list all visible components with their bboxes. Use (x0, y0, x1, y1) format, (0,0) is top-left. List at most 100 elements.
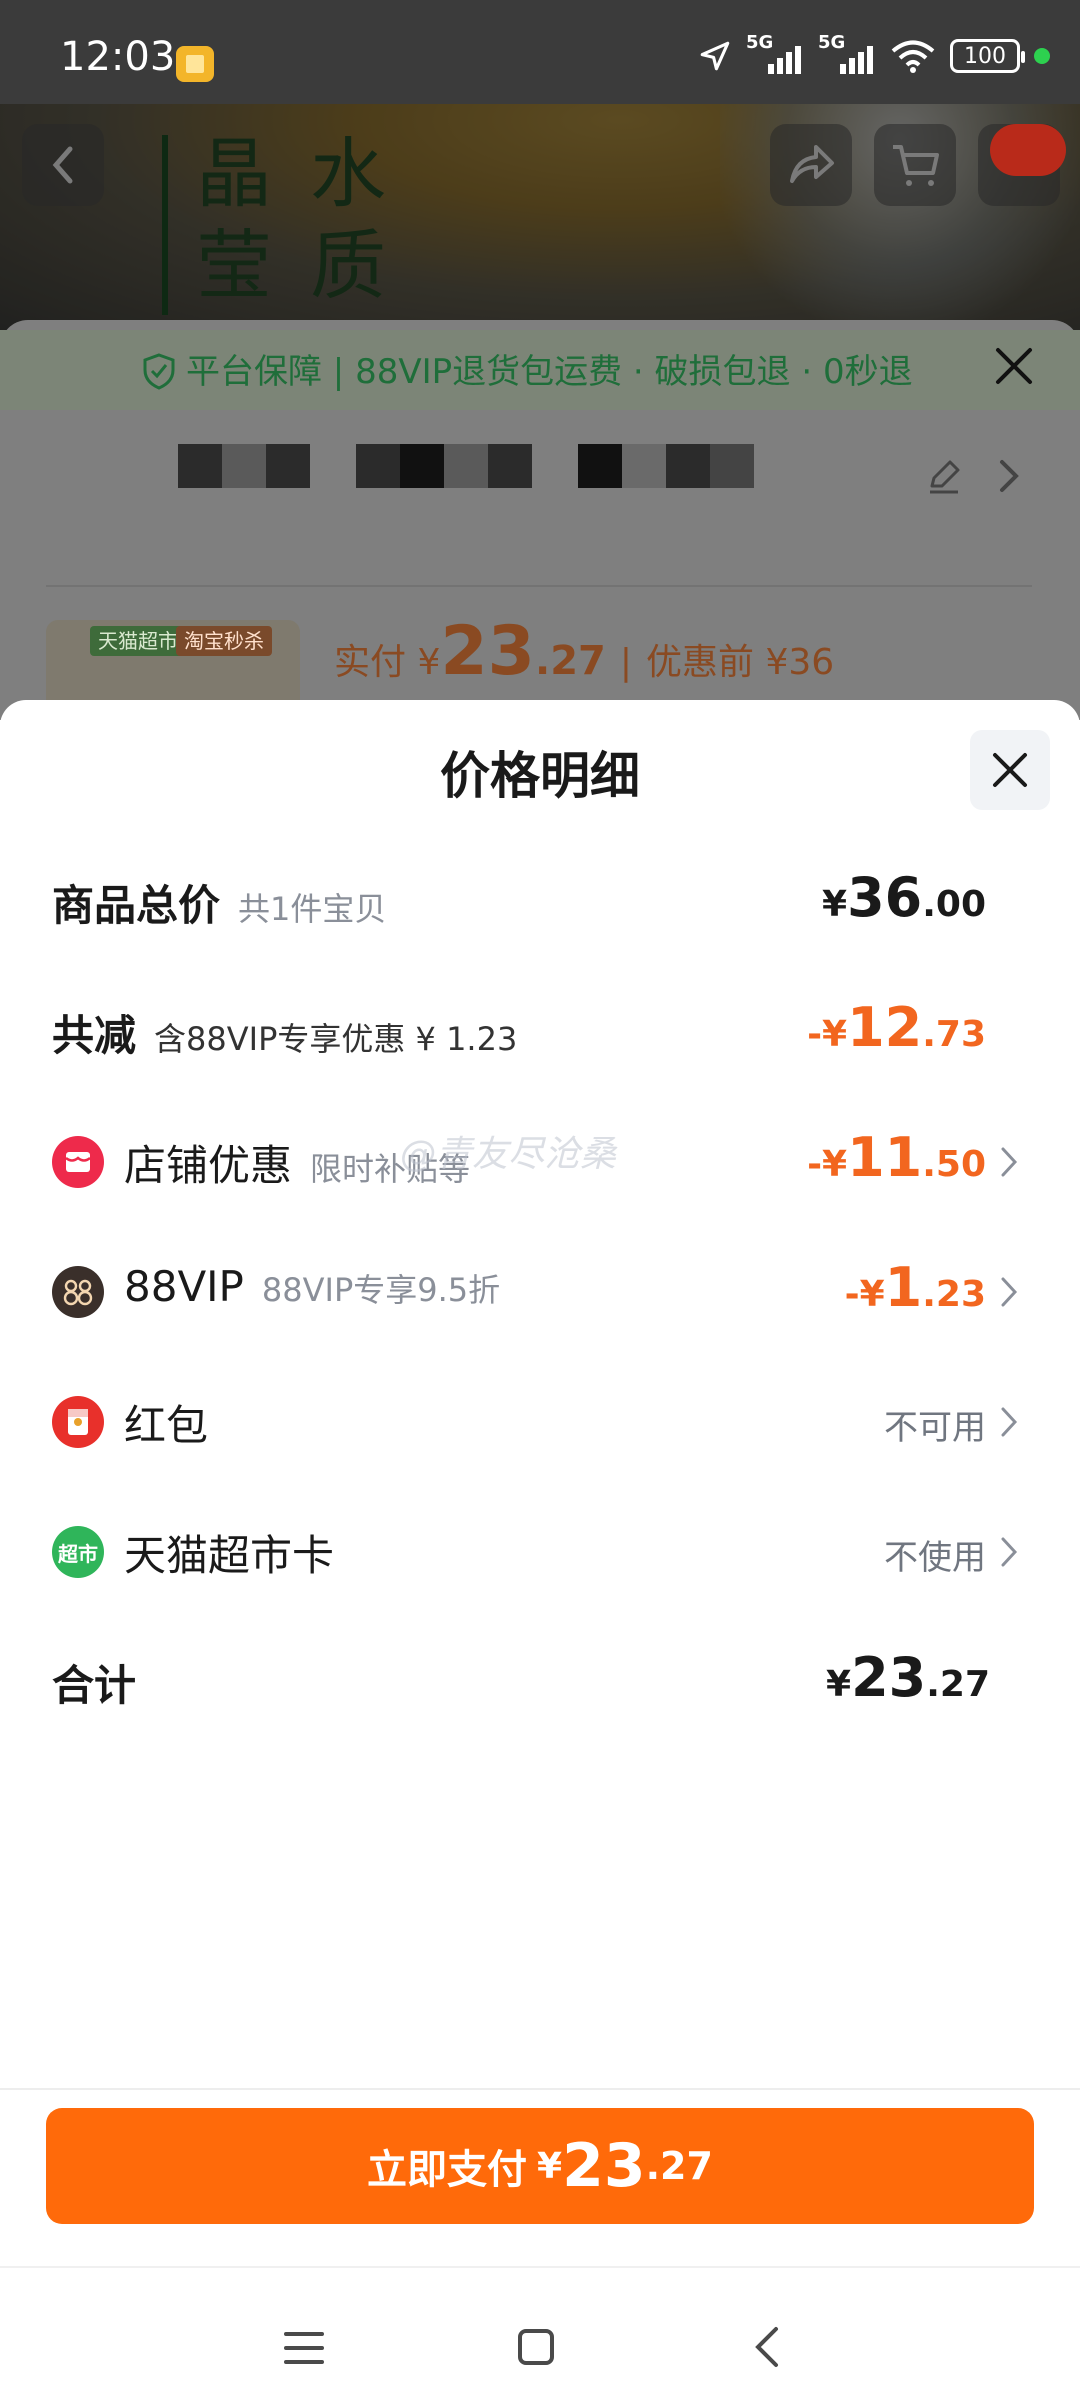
back-button[interactable] (22, 124, 104, 206)
masked-address-2 (356, 444, 532, 488)
edit-icon[interactable] (924, 456, 964, 496)
close-button[interactable] (970, 730, 1050, 810)
signal-icon: 5G (746, 32, 804, 76)
chevron-right-icon (1001, 1277, 1018, 1307)
share-icon (790, 145, 834, 183)
status-bar: 12:03 5G 5G 100 (0, 0, 1080, 104)
row-grand-total: 合计 ¥23.27 (0, 1642, 1080, 1722)
total-discount-label: 共减 (52, 1011, 137, 1060)
clock: 12:03 (60, 34, 176, 80)
chevron-right-icon (1001, 1407, 1018, 1437)
status-icons: 5G 5G 100 (698, 32, 1050, 76)
message-badge (990, 124, 1066, 176)
supermarket-card-icon: 超市 (52, 1526, 104, 1578)
flash-sale-tag: 淘宝秒杀 (176, 626, 272, 656)
store-discount-label: 店铺优惠 (124, 1141, 293, 1190)
pay-button-label: 立即支付 (367, 2147, 528, 2193)
tmall-supermarket-tag: 天猫超市 (90, 626, 186, 656)
close-icon[interactable] (992, 344, 1036, 388)
shield-check-icon (143, 353, 175, 390)
row-label: 红包 (124, 1392, 208, 1453)
close-icon (993, 753, 1027, 787)
vip-discount-amount: -¥1.23 (845, 1256, 986, 1319)
back-icon[interactable] (752, 2324, 782, 2370)
red-packet-icon (52, 1396, 104, 1448)
home-icon[interactable] (516, 2326, 556, 2368)
watermark: @青友尽沧桑 (400, 1134, 617, 1175)
privacy-indicator-dot (1034, 48, 1050, 64)
masked-address-3 (578, 444, 754, 488)
currency: -¥ (844, 1274, 885, 1315)
paid-int: 23 (440, 612, 535, 691)
store-discount-amount: -¥11.50 (807, 1126, 986, 1189)
grand-total-label: 合计 (52, 1661, 137, 1710)
amount-int: 11 (847, 1126, 923, 1189)
notification-icon (176, 46, 214, 82)
amount-int: 36 (847, 866, 923, 929)
row-red-packet[interactable]: 红包 不可用 (0, 1382, 1080, 1462)
supermarket-card-status: 不使用 (884, 1538, 986, 1578)
chevron-right-icon[interactable] (996, 458, 1022, 494)
menu-icon[interactable] (282, 2328, 326, 2368)
divider (46, 585, 1032, 587)
system-nav-bar (0, 2266, 1080, 2400)
total-price-label: 商品总价 (52, 881, 221, 930)
separator: | (619, 642, 632, 683)
currency: ¥ (826, 1664, 852, 1705)
network-type-1: 5G (746, 32, 774, 53)
chevron-right-icon (1001, 1537, 1018, 1567)
sheet-title: 价格明细 (440, 747, 640, 805)
red-packet-status: 不可用 (884, 1408, 986, 1448)
share-button[interactable] (770, 124, 852, 206)
divider (0, 2088, 1080, 2090)
pay-now-button[interactable]: 立即支付 ¥23.27 (46, 2108, 1034, 2224)
guarantee-text: 平台保障 | 88VIP退货包运费 · 破损包退 · 0秒退 (186, 352, 913, 392)
amount-dec: .50 (922, 1144, 986, 1185)
row-label: 合计 (52, 1652, 136, 1713)
paid-dec: .27 (535, 638, 606, 684)
currency: -¥ (807, 1014, 848, 1055)
total-discount-amount: -¥12.73 (807, 996, 986, 1059)
paid-label: 实付 ¥ (334, 642, 441, 683)
row-label: 天猫超市卡 (124, 1522, 334, 1583)
amount-dec: .23 (922, 1274, 986, 1315)
row-total-discount: 共减 含88VIP专享优惠 ¥ 1.23 -¥12.73 (0, 992, 1080, 1072)
vip-88-icon (52, 1266, 104, 1318)
amount-int: 1 (884, 1256, 923, 1319)
currency: ¥ (822, 884, 848, 925)
currency: -¥ (807, 1144, 848, 1185)
cart-button[interactable] (874, 124, 956, 206)
red-packet-label: 红包 (124, 1401, 209, 1450)
row-label: 88VIP 88VIP专享9.5折 (124, 1262, 500, 1311)
amount-dec: .27 (926, 1664, 990, 1705)
amount-dec: .73 (922, 1014, 986, 1055)
amount-dec: .00 (922, 884, 986, 925)
supermarket-card-label: 天猫超市卡 (124, 1531, 335, 1580)
total-price-amount: ¥36.00 (822, 866, 986, 929)
amount-int: 23 (562, 2131, 646, 2201)
cart-icon (893, 145, 939, 186)
row-label: 商品总价 共1件宝贝 (52, 872, 386, 933)
row-88vip[interactable]: 88VIP 88VIP专享9.5折 -¥1.23 (0, 1252, 1080, 1332)
network-type-2: 5G (818, 32, 846, 53)
battery-icon: 100 (950, 39, 1025, 73)
vip-discount-note: 88VIP专享9.5折 (261, 1271, 501, 1309)
guarantee-banner: 平台保障 | 88VIP退货包运费 · 破损包退 · 0秒退 (0, 330, 1080, 410)
row-total-price: 商品总价 共1件宝贝 ¥36.00 (0, 862, 1080, 942)
vip-label: 88VIP (124, 1262, 244, 1311)
amount-dec: .27 (645, 2144, 713, 2188)
signal-icon-2: 5G (818, 32, 876, 76)
vip-discount-note: 含88VIP专享优惠 ¥ 1.23 (154, 1020, 518, 1058)
paid-amount-behind: 实付 ¥23.27 | 优惠前 ¥36 (334, 612, 834, 691)
currency: ¥ (537, 2145, 563, 2187)
row-supermarket-card[interactable]: 超市 天猫超市卡 不使用 (0, 1512, 1080, 1592)
location-icon (700, 41, 730, 71)
amount-int: 23 (851, 1646, 927, 1709)
row-label: 共减 含88VIP专享优惠 ¥ 1.23 (52, 1002, 517, 1063)
amount-int: 12 (847, 996, 923, 1059)
grand-total-amount: ¥23.27 (826, 1646, 990, 1709)
chevron-right-icon (1001, 1147, 1018, 1177)
item-count: 共1件宝贝 (238, 890, 387, 928)
before-discount: 优惠前 ¥36 (646, 642, 835, 683)
store-coupon-icon (52, 1136, 104, 1188)
